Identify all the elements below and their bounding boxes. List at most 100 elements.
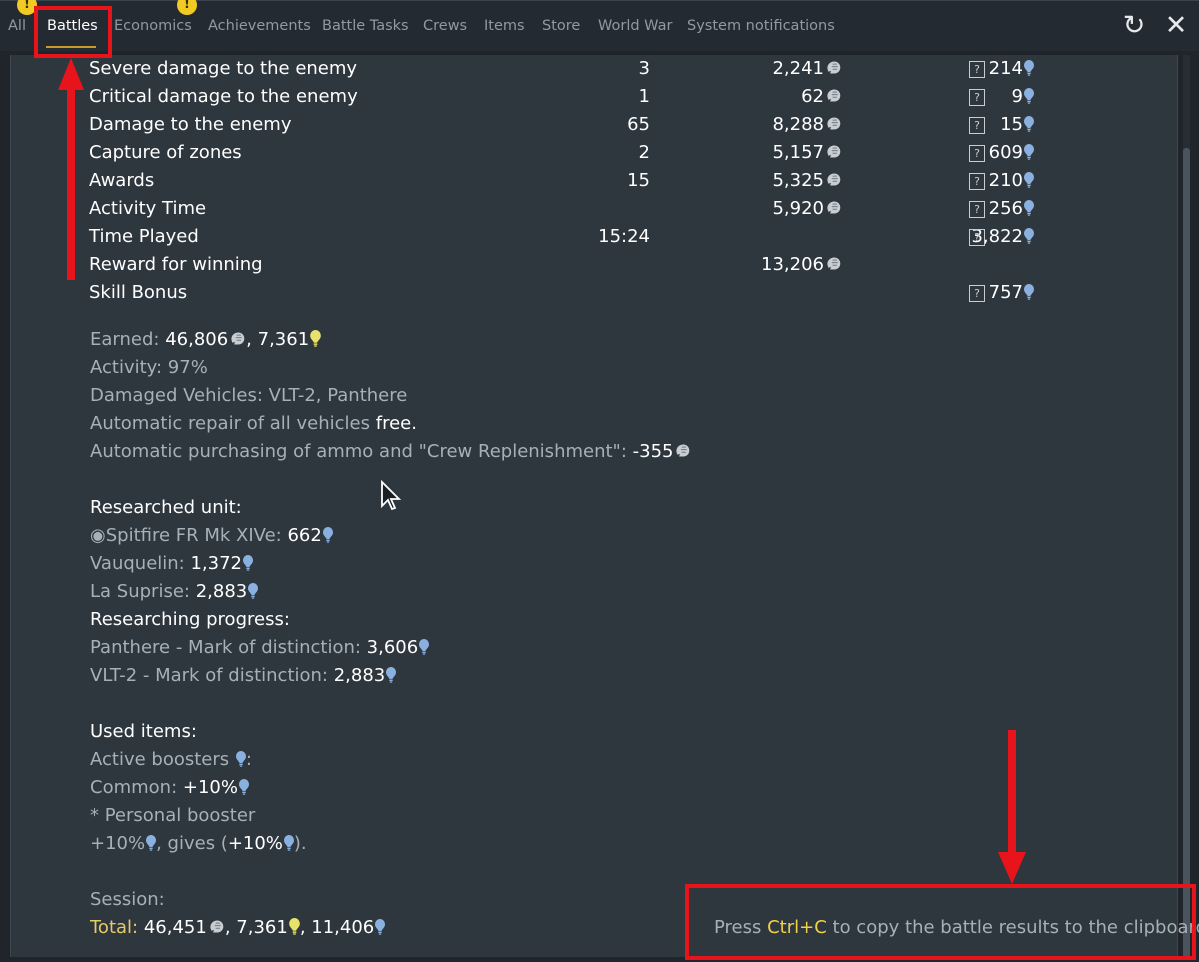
tab-bar: All ! Battles Economics ! Achievements B… <box>0 0 1199 51</box>
active-boosters-label: Active boosters <box>90 749 235 770</box>
row-silver-value: 5,325 <box>772 170 824 191</box>
table-row: Activity Time 5,920 256? <box>89 198 1089 226</box>
help-icon[interactable]: ? <box>969 61 985 78</box>
row-count: 15 <box>627 170 650 191</box>
row-name: Time Played <box>89 226 199 247</box>
radio-icon: ◉ <box>90 525 106 546</box>
row-rp: 9 <box>1012 86 1034 107</box>
personal-booster-line: * Personal booster <box>90 805 256 826</box>
help-icon[interactable]: ? <box>969 285 985 302</box>
table-row: Reward for winning 13,206 <box>89 254 1089 282</box>
row-count: 3 <box>638 58 650 79</box>
tab-system-notifications[interactable]: System notifications <box>687 18 835 34</box>
tab-world-war[interactable]: World War <box>598 18 672 34</box>
row-rp-value: 15 <box>1000 114 1023 135</box>
progress-label: Panthere - Mark of distinction: <box>90 637 367 658</box>
research-bulb-icon <box>375 919 385 935</box>
row-name: Activity Time <box>89 198 207 219</box>
scrollbar-thumb[interactable] <box>1183 148 1190 958</box>
pb-end: ). <box>293 833 307 854</box>
warning-icon: ! <box>177 0 197 15</box>
research-bulb-icon <box>419 639 429 655</box>
research-bulb-icon <box>1024 284 1034 300</box>
total-label: Total: <box>90 917 139 938</box>
total-silver: 46,451 <box>143 917 207 938</box>
table-row: Time Played 15:24 3,822? <box>89 226 1089 254</box>
row-name: Capture of zones <box>89 142 242 163</box>
activity-line: Activity: 97% <box>90 357 208 378</box>
research-bulb-icon <box>1024 200 1034 216</box>
table-row: Severe damage to the enemy 3 2,241 214? <box>89 58 1089 86</box>
research-bulb-icon <box>284 835 294 851</box>
row-silver-value: 5,157 <box>772 142 824 163</box>
tab-economics[interactable]: Economics <box>114 18 192 34</box>
research-unit-1: Vauquelin: 1,372 <box>90 553 253 574</box>
row-name: Damage to the enemy <box>89 114 292 135</box>
research-bulb-icon <box>1024 144 1034 160</box>
row-silver: 8,288 <box>772 114 842 135</box>
tab-store[interactable]: Store <box>542 18 580 34</box>
help-icon[interactable]: ? <box>969 89 985 106</box>
progress-label: VLT-2 - Mark of distinction: <box>90 665 334 686</box>
research-bulb-icon <box>1024 228 1034 244</box>
ammo-line: Automatic purchasing of ammo and "Crew R… <box>90 441 691 462</box>
help-icon[interactable]: ? <box>969 117 985 134</box>
row-rp-value: 9 <box>1011 86 1023 107</box>
row-rp-value: 609 <box>988 142 1023 163</box>
row-silver: 62 <box>801 86 842 107</box>
research-bulb-icon <box>239 779 249 795</box>
help-icon[interactable]: ? <box>969 201 985 218</box>
research-bulb-icon <box>236 751 246 767</box>
row-silver: 5,325 <box>772 170 842 191</box>
research-bulb-icon <box>146 835 156 851</box>
tab-crews[interactable]: Crews <box>423 18 467 34</box>
help-icon[interactable]: ? <box>969 229 985 246</box>
research-bulb-icon <box>1024 60 1034 76</box>
tab-items[interactable]: Items <box>484 18 525 34</box>
used-items-header: Used items: <box>90 721 197 742</box>
session-total-line: Total: 46,451, 7,361, 11,406 <box>90 917 385 938</box>
row-name: Awards <box>89 170 155 191</box>
row-rp-value: 757 <box>988 282 1023 303</box>
earned-line: Earned: 46,806, 7,361 <box>90 329 321 350</box>
help-icon[interactable]: ? <box>969 173 985 190</box>
table-row: Skill Bonus 757? <box>89 282 1089 310</box>
unit-value: 1,372 <box>190 553 242 574</box>
silver-lion-icon <box>208 918 225 935</box>
earned-sep: , <box>246 329 258 350</box>
research-progress-0: Panthere - Mark of distinction: 3,606 <box>90 637 429 658</box>
unit-value: 2,883 <box>195 581 248 602</box>
active-boosters-colon: : <box>245 749 252 770</box>
tab-all[interactable]: All <box>8 18 26 34</box>
table-row: Damage to the enemy 65 8,288 15? <box>89 114 1089 142</box>
tab-battle-tasks[interactable]: Battle Tasks <box>322 18 409 34</box>
row-name: Critical damage to the enemy <box>89 86 358 107</box>
silver-lion-icon <box>825 171 842 188</box>
row-silver-value: 62 <box>801 86 824 107</box>
silver-lion-icon <box>825 115 842 132</box>
row-count: 1 <box>638 86 650 107</box>
research-progress-header: Researching progress: <box>90 609 290 630</box>
active-boosters-line: Active boosters : <box>90 749 252 770</box>
refresh-icon[interactable]: ↻ <box>1120 11 1148 41</box>
total-rp: 11,406 <box>311 917 375 938</box>
help-icon[interactable]: ? <box>969 145 985 162</box>
progress-value: 2,883 <box>333 665 386 686</box>
silver-lion-icon <box>825 255 842 272</box>
table-row: Awards 15 5,325 210? <box>89 170 1089 198</box>
repair-line: Automatic repair of all vehicles free. <box>90 413 417 434</box>
silver-lion-icon <box>825 59 842 76</box>
table-row: Capture of zones 2 5,157 609? <box>89 142 1089 170</box>
row-silver-value: 13,206 <box>761 254 824 275</box>
research-bulb-icon <box>310 330 321 347</box>
row-silver: 5,920 <box>772 198 842 219</box>
row-rp: 609 <box>989 142 1034 163</box>
session-header: Session: <box>90 889 165 910</box>
row-rp: 214 <box>989 58 1034 79</box>
tab-achievements[interactable]: Achievements <box>208 18 311 34</box>
close-icon[interactable]: ✕ <box>1162 11 1190 41</box>
row-rp-value: 214 <box>988 58 1023 79</box>
row-name: Skill Bonus <box>89 282 188 303</box>
pb-value: +10% <box>90 833 146 854</box>
research-bulb-icon <box>248 583 258 599</box>
